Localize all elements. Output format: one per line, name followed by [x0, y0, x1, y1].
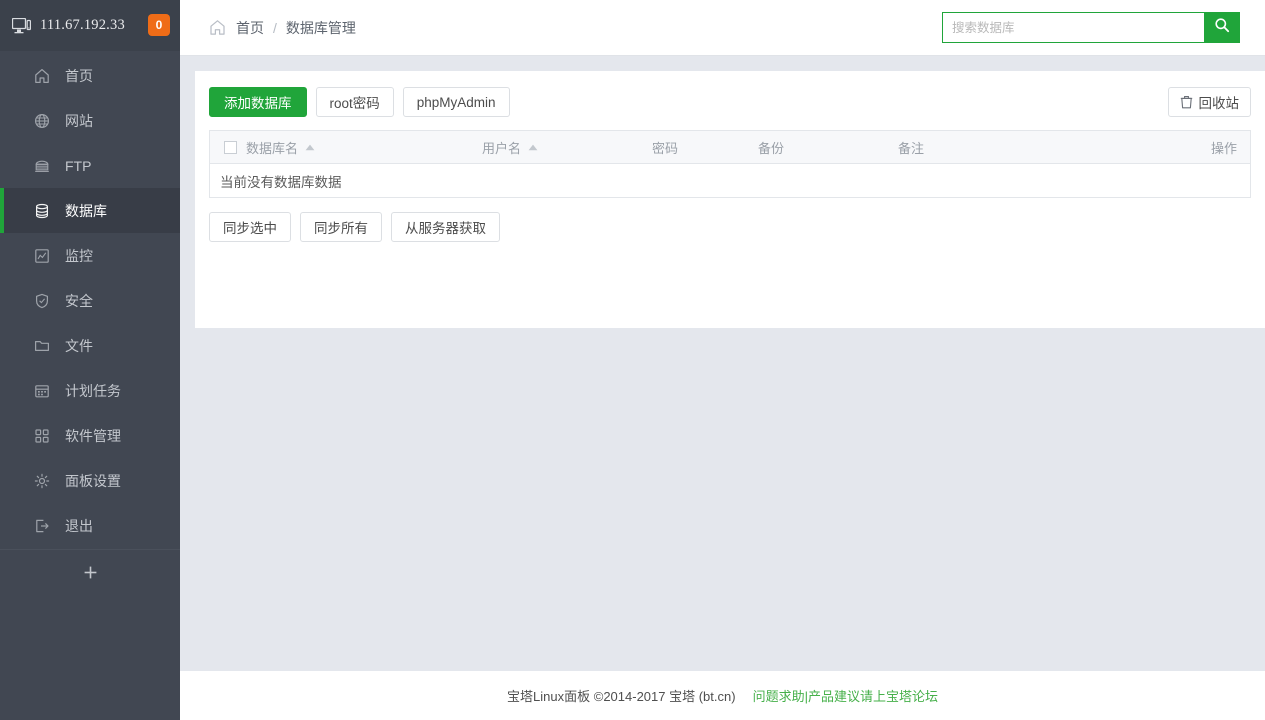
globe-icon	[32, 113, 52, 129]
sidebar-item-software[interactable]: 软件管理	[0, 413, 180, 458]
column-label: 用户名	[482, 138, 521, 157]
column-header-password: 密码	[652, 138, 758, 157]
sidebar-item-security[interactable]: 安全	[0, 278, 180, 323]
column-header-username[interactable]: 用户名	[482, 138, 652, 157]
sidebar-item-files[interactable]: 文件	[0, 323, 180, 368]
sidebar-item-label: 文件	[65, 336, 93, 356]
monitor-icon	[12, 18, 31, 34]
column-header-note: 备注	[898, 138, 1198, 157]
sidebar-item-label: 面板设置	[65, 471, 121, 491]
trash-icon	[1180, 95, 1193, 109]
breadcrumb-home[interactable]: 首页	[236, 18, 264, 38]
sidebar-add-button[interactable]	[0, 550, 180, 598]
column-label: 数据库名	[246, 138, 298, 157]
search-icon	[1214, 17, 1230, 38]
sync-all-button[interactable]: 同步所有	[300, 212, 382, 242]
sidebar-item-monitor[interactable]: 监控	[0, 233, 180, 278]
fetch-from-server-button[interactable]: 从服务器获取	[391, 212, 500, 242]
breadcrumb: 首页 / 数据库管理	[180, 18, 356, 38]
sidebar-item-label: 首页	[65, 66, 93, 86]
breadcrumb-current: 数据库管理	[286, 18, 356, 38]
breadcrumb-separator: /	[273, 20, 277, 36]
recycle-bin-label: 回收站	[1199, 92, 1240, 112]
column-header-backup: 备份	[758, 138, 898, 157]
column-header-dbname[interactable]: 数据库名	[246, 138, 482, 157]
sidebar-item-panel-settings[interactable]: 面板设置	[0, 458, 180, 503]
content-area: 添加数据库 root密码 phpMyAdmin 回收站	[180, 56, 1265, 671]
sidebar-item-label: 计划任务	[65, 381, 121, 401]
sync-selected-button[interactable]: 同步选中	[209, 212, 291, 242]
app-root: 111.67.192.33 0 首页 网站 FTP	[0, 0, 1265, 720]
sidebar-item-label: 软件管理	[65, 426, 121, 446]
select-all-cell	[210, 141, 246, 154]
column-label: 操作	[1211, 138, 1237, 157]
gear-icon	[32, 473, 52, 489]
sidebar-item-database[interactable]: 数据库	[0, 188, 180, 233]
toolbar: 添加数据库 root密码 phpMyAdmin 回收站	[209, 87, 1251, 117]
sort-asc-icon[interactable]	[305, 144, 315, 151]
sidebar-item-label: 安全	[65, 291, 93, 311]
search-button[interactable]	[1204, 12, 1240, 43]
database-table: 数据库名 用户名 密码	[209, 130, 1251, 198]
sidebar-item-label: 退出	[65, 516, 93, 536]
empty-state-message: 当前没有数据库数据	[210, 171, 342, 191]
sidebar-item-label: 数据库	[65, 201, 107, 221]
database-icon	[32, 203, 52, 219]
recycle-bin-button[interactable]: 回收站	[1168, 87, 1252, 117]
sidebar-header: 111.67.192.33 0	[0, 0, 180, 51]
sidebar-item-ftp[interactable]: FTP	[0, 143, 180, 188]
calendar-icon	[32, 383, 52, 399]
search-bar	[942, 12, 1240, 43]
phpmyadmin-button[interactable]: phpMyAdmin	[403, 87, 510, 117]
table-header-row: 数据库名 用户名 密码	[210, 131, 1250, 164]
search-input[interactable]	[942, 12, 1204, 43]
logout-icon	[32, 518, 52, 534]
sidebar-nav: 首页 网站 FTP 数据库	[0, 51, 180, 548]
sidebar-item-website[interactable]: 网站	[0, 98, 180, 143]
home-icon	[32, 68, 52, 84]
add-database-button[interactable]: 添加数据库	[209, 87, 307, 117]
sidebar-item-label: 监控	[65, 246, 93, 266]
root-password-button[interactable]: root密码	[316, 87, 394, 117]
sidebar-item-label: 网站	[65, 111, 93, 131]
sidebar: 111.67.192.33 0 首页 网站 FTP	[0, 0, 180, 720]
folder-icon	[32, 338, 52, 354]
sidebar-item-logout[interactable]: 退出	[0, 503, 180, 548]
column-label: 备注	[898, 138, 924, 157]
sidebar-item-cron[interactable]: 计划任务	[0, 368, 180, 413]
shield-icon	[32, 293, 52, 309]
sidebar-item-label: FTP	[65, 158, 91, 174]
plus-icon	[83, 563, 98, 586]
forum-link[interactable]: 问题求助|产品建议请上宝塔论坛	[753, 686, 938, 705]
select-all-checkbox[interactable]	[224, 141, 237, 154]
bottom-action-bar: 同步选中 同步所有 从服务器获取	[209, 212, 1251, 242]
chart-icon	[32, 248, 52, 264]
home-icon	[209, 19, 226, 36]
main-area: 首页 / 数据库管理 添加数据库 root密码 phpMyAdmin	[180, 0, 1265, 720]
top-bar: 首页 / 数据库管理	[180, 0, 1265, 56]
server-ip: 111.67.192.33	[40, 17, 125, 34]
column-header-actions: 操作	[1198, 138, 1250, 157]
column-label: 密码	[652, 138, 678, 157]
table-body: 当前没有数据库数据	[210, 164, 1250, 197]
sidebar-item-home[interactable]: 首页	[0, 53, 180, 98]
grid-icon	[32, 428, 52, 444]
page-footer: 宝塔Linux面板 ©2014-2017 宝塔 (bt.cn) 问题求助|产品建…	[180, 671, 1265, 720]
copyright-text: 宝塔Linux面板 ©2014-2017 宝塔 (bt.cn)	[507, 686, 736, 705]
server-icon	[32, 158, 52, 174]
sort-asc-icon[interactable]	[528, 144, 538, 151]
database-panel: 添加数据库 root密码 phpMyAdmin 回收站	[195, 71, 1265, 328]
notification-badge[interactable]: 0	[148, 14, 170, 36]
column-label: 备份	[758, 138, 784, 157]
